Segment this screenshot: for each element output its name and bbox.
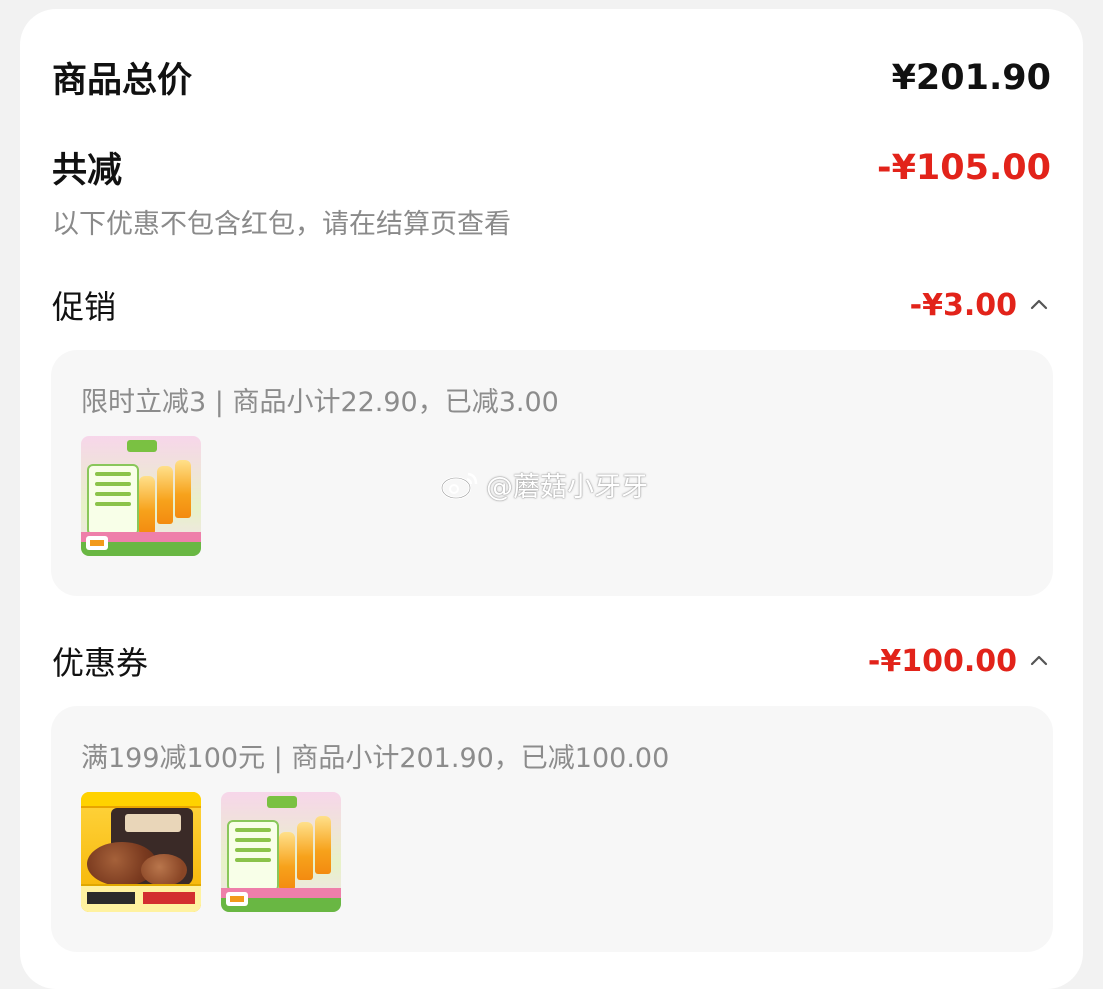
total-reduction-value: -¥105.00 (877, 147, 1051, 188)
promotion-label: 促销 (52, 288, 117, 326)
total-price-row: 商品总价 ¥201.90 (52, 52, 1051, 103)
weibo-icon (440, 472, 478, 499)
beef-product-thumbnail[interactable] (81, 792, 201, 912)
total-reduction-row: 共减 -¥105.00 (52, 142, 1051, 193)
coupon-panel: 满199减100元 | 商品小计201.90，已减100.00 (51, 706, 1053, 952)
total-reduction-label: 共减 (52, 151, 123, 191)
discount-note: 以下优惠不包含红包，请在结算页查看 (52, 209, 511, 240)
coupon-label: 优惠券 (52, 644, 149, 682)
total-price-label: 商品总价 (52, 61, 193, 101)
promotion-toggle[interactable]: -¥3.00 (910, 288, 1051, 323)
juice-product-thumbnail[interactable] (81, 436, 201, 556)
weibo-watermark: @蘑菇小牙牙 (440, 465, 648, 504)
coupon-value: -¥100.00 (867, 643, 1017, 679)
total-price-value: ¥201.90 (891, 57, 1051, 98)
promotion-detail: 限时立减3 | 商品小计22.90，已减3.00 (81, 387, 559, 418)
coupon-detail: 满199减100元 | 商品小计201.90，已减100.00 (81, 743, 670, 774)
chevron-up-icon[interactable] (1027, 649, 1051, 673)
coupon-toggle[interactable]: -¥100.00 (868, 644, 1051, 679)
promotion-value: -¥3.00 (909, 287, 1017, 323)
coupon-header[interactable]: 优惠券 -¥100.00 (52, 638, 1051, 684)
watermark-text: @蘑菇小牙牙 (486, 472, 648, 503)
chevron-up-icon[interactable] (1027, 293, 1051, 317)
promotion-header[interactable]: 促销 -¥3.00 (52, 282, 1051, 328)
juice-product-thumbnail[interactable] (221, 792, 341, 912)
